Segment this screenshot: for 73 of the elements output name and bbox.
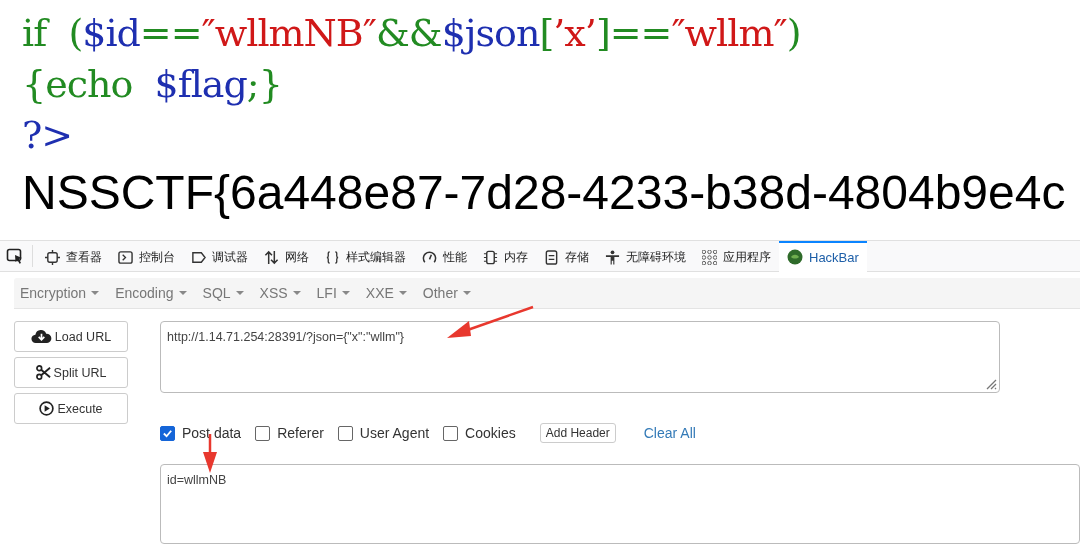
caret-icon [178, 291, 187, 295]
devtools-tab[interactable]: 调试器 [183, 240, 256, 272]
resize-grip-icon [985, 378, 997, 390]
checkbox[interactable] [337, 425, 353, 441]
flag-output: NSSCTF{6a448e87-7d28-4233-b38d-4804b9e4c [22, 165, 1067, 221]
option-checkbox[interactable]: Cookies [443, 425, 516, 441]
checkmark-icon [162, 427, 173, 439]
caret-icon [292, 291, 301, 295]
caret-icon [91, 291, 100, 295]
add-header-button[interactable]: Add Header [539, 423, 616, 443]
caret-icon [398, 291, 407, 295]
dropdown-menu[interactable]: XXE [365, 285, 415, 301]
clear-all-link[interactable]: Clear All [637, 424, 702, 442]
checkbox[interactable] [443, 425, 459, 441]
code-token: ″wllmNB″ [201, 11, 376, 55]
tag-icon [191, 249, 206, 265]
storage-icon [544, 249, 559, 265]
devtools-tab[interactable]: 性能 [414, 240, 475, 272]
code-token: $json [441, 11, 540, 55]
action-button[interactable]: Split URL [14, 357, 128, 388]
devtools-tab[interactable]: 存储 [536, 240, 597, 272]
console-icon [118, 249, 133, 265]
up-down-arrows-icon [264, 249, 279, 265]
option-checkbox[interactable]: User Agent [337, 425, 430, 441]
scissors-icon [35, 365, 51, 380]
devtools-tab[interactable]: 内存 [475, 240, 536, 272]
dropdown-menu[interactable]: Encoding [115, 285, 195, 301]
dropdown-menu[interactable]: Other [422, 285, 479, 301]
devtools-tab[interactable]: 应用程序 [694, 240, 779, 272]
code-token: [ [539, 11, 554, 55]
code-token: ) [786, 11, 801, 55]
option-checkbox[interactable]: Referer [255, 425, 324, 441]
inspector-icon [45, 249, 60, 265]
code-token: ]== [595, 11, 672, 55]
braces-icon [325, 249, 340, 265]
grid-icon [702, 249, 717, 265]
code-token: $id [82, 11, 140, 55]
action-button[interactable]: Load URL [14, 321, 128, 352]
devtools-tab[interactable]: 查看器 [37, 240, 110, 272]
code-token: == [139, 11, 202, 55]
code-token: && [376, 11, 442, 55]
code-token: ’x’ [553, 11, 596, 55]
cloud-download-icon [30, 329, 52, 344]
caret-icon [341, 291, 350, 295]
checkbox[interactable] [255, 425, 271, 441]
devtools-tab[interactable]: 网络 [256, 240, 317, 272]
dropdown-menu[interactable]: XSS [259, 285, 309, 301]
code-token: ″wllm″ [671, 11, 787, 55]
post-data-field[interactable]: id=wllmNB [160, 464, 1080, 544]
code-token: ;} [246, 62, 282, 106]
dropdown-menu[interactable]: Encryption [20, 285, 108, 301]
person-icon [605, 249, 620, 265]
dropdown-menu[interactable]: LFI [316, 285, 358, 301]
url-field[interactable]: http://1.14.71.254:28391/?json={"x":"wllm"} [160, 321, 1000, 393]
caret-icon [462, 291, 471, 295]
action-button[interactable]: Execute [14, 393, 128, 424]
chip-icon [483, 249, 498, 265]
devtools-tab[interactable]: HackBar [779, 240, 867, 272]
caret-icon [235, 291, 244, 295]
code-token: {echo [22, 62, 134, 106]
code-token: ?> [22, 113, 73, 157]
code-token: $flag [154, 62, 247, 106]
dropdown-menu[interactable]: SQL [202, 285, 252, 301]
element-picker-icon[interactable] [6, 247, 24, 265]
option-checkbox[interactable]: Post data [160, 425, 242, 441]
hackbar-logo-icon [787, 249, 803, 265]
devtools-tab[interactable]: 样式编辑器 [317, 240, 414, 272]
checkbox[interactable] [160, 425, 175, 441]
devtools-tab[interactable]: 控制台 [110, 240, 183, 272]
gauge-icon [422, 249, 437, 265]
devtools-tab[interactable]: 无障碍环境 [597, 240, 694, 272]
play-icon [39, 401, 55, 416]
code-token: if ( [22, 11, 83, 55]
